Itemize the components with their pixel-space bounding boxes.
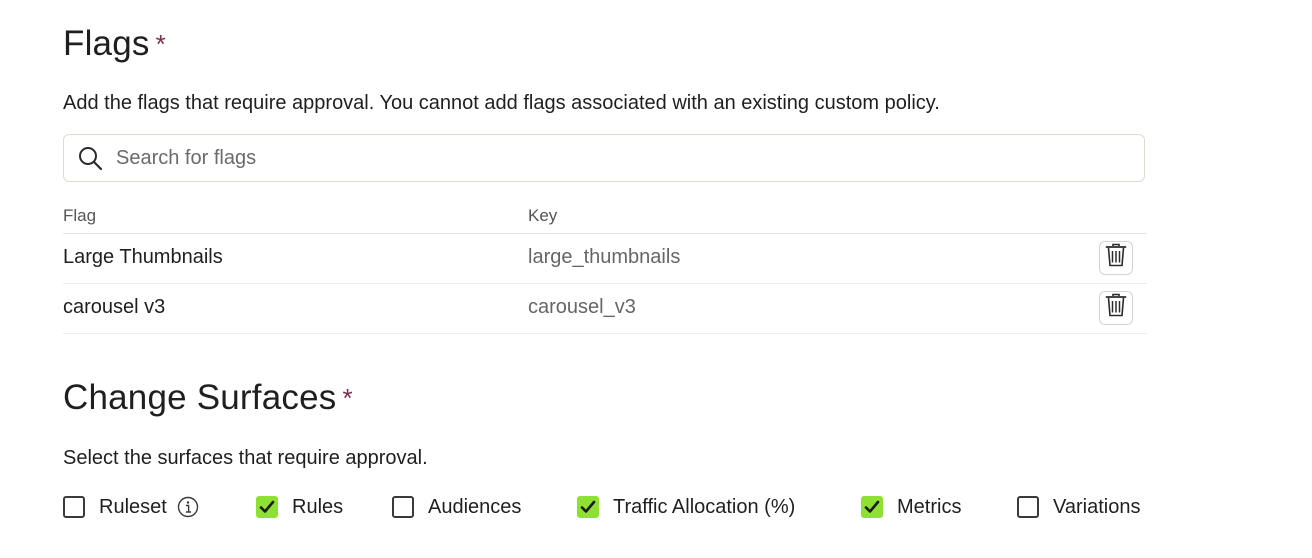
search-icon xyxy=(76,144,104,172)
checkbox-box-checked[interactable] xyxy=(577,496,599,518)
change-surfaces-title: Change Surfaces xyxy=(63,378,337,417)
flag-name: Large Thumbnails xyxy=(63,246,223,268)
change-surfaces-heading: Change Surfaces * xyxy=(63,378,353,418)
trash-icon xyxy=(1105,293,1127,323)
checkbox-label: Variations xyxy=(1053,495,1141,518)
info-icon[interactable] xyxy=(177,496,199,518)
table-row: carousel v3 carousel_v3 xyxy=(63,284,1147,334)
checkbox-box-checked[interactable] xyxy=(861,496,883,518)
checkbox-rules[interactable]: Rules xyxy=(256,491,343,523)
checkbox-traffic-allocation[interactable]: Traffic Allocation (%) xyxy=(577,491,795,523)
flags-heading: Flags * xyxy=(63,24,166,64)
checkbox-label: Audiences xyxy=(428,495,522,518)
checkbox-box[interactable] xyxy=(63,496,85,518)
checkmark-icon xyxy=(864,500,880,513)
flags-description: Add the flags that require approval. You… xyxy=(63,92,940,114)
checkbox-box-checked[interactable] xyxy=(256,496,278,518)
checkbox-label: Metrics xyxy=(897,495,962,518)
column-header-flag: Flag xyxy=(63,206,97,225)
flags-title: Flags xyxy=(63,24,150,63)
checkbox-box[interactable] xyxy=(392,496,414,518)
checkbox-label: Traffic Allocation (%) xyxy=(613,495,796,518)
required-marker: * xyxy=(342,383,353,413)
checkmark-icon xyxy=(259,500,275,513)
flag-key: large_thumbnails xyxy=(528,246,681,268)
checkbox-metrics[interactable]: Metrics xyxy=(861,491,961,523)
checkmark-icon xyxy=(580,500,596,513)
column-header-key: Key xyxy=(528,206,558,225)
flag-name: carousel v3 xyxy=(63,296,166,318)
flag-search-input[interactable] xyxy=(114,145,1144,171)
delete-flag-button[interactable] xyxy=(1099,291,1133,325)
checkbox-audiences[interactable]: Audiences xyxy=(392,491,521,523)
checkbox-label: Ruleset xyxy=(99,495,167,518)
flag-key: carousel_v3 xyxy=(528,296,636,318)
checkbox-label: Rules xyxy=(292,495,344,518)
checkbox-variations[interactable]: Variations xyxy=(1017,491,1140,523)
checkbox-box[interactable] xyxy=(1017,496,1039,518)
delete-flag-button[interactable] xyxy=(1099,241,1133,275)
approval-policy-form: Flags * Add the flags that require approv… xyxy=(0,0,1312,558)
checkbox-ruleset[interactable]: Ruleset xyxy=(63,491,199,523)
required-marker: * xyxy=(155,29,166,59)
flags-table: Flag Key Large Thumbnails large_thumbnai… xyxy=(63,196,1147,334)
surfaces-checkbox-group: Ruleset Rules Audiences Traffic Allocati… xyxy=(63,491,1163,523)
flags-table-header: Flag Key xyxy=(63,196,1147,234)
flag-search-box[interactable] xyxy=(63,134,1145,182)
table-row: Large Thumbnails large_thumbnails xyxy=(63,234,1147,284)
surfaces-description: Select the surfaces that require approva… xyxy=(63,447,428,469)
trash-icon xyxy=(1105,243,1127,273)
